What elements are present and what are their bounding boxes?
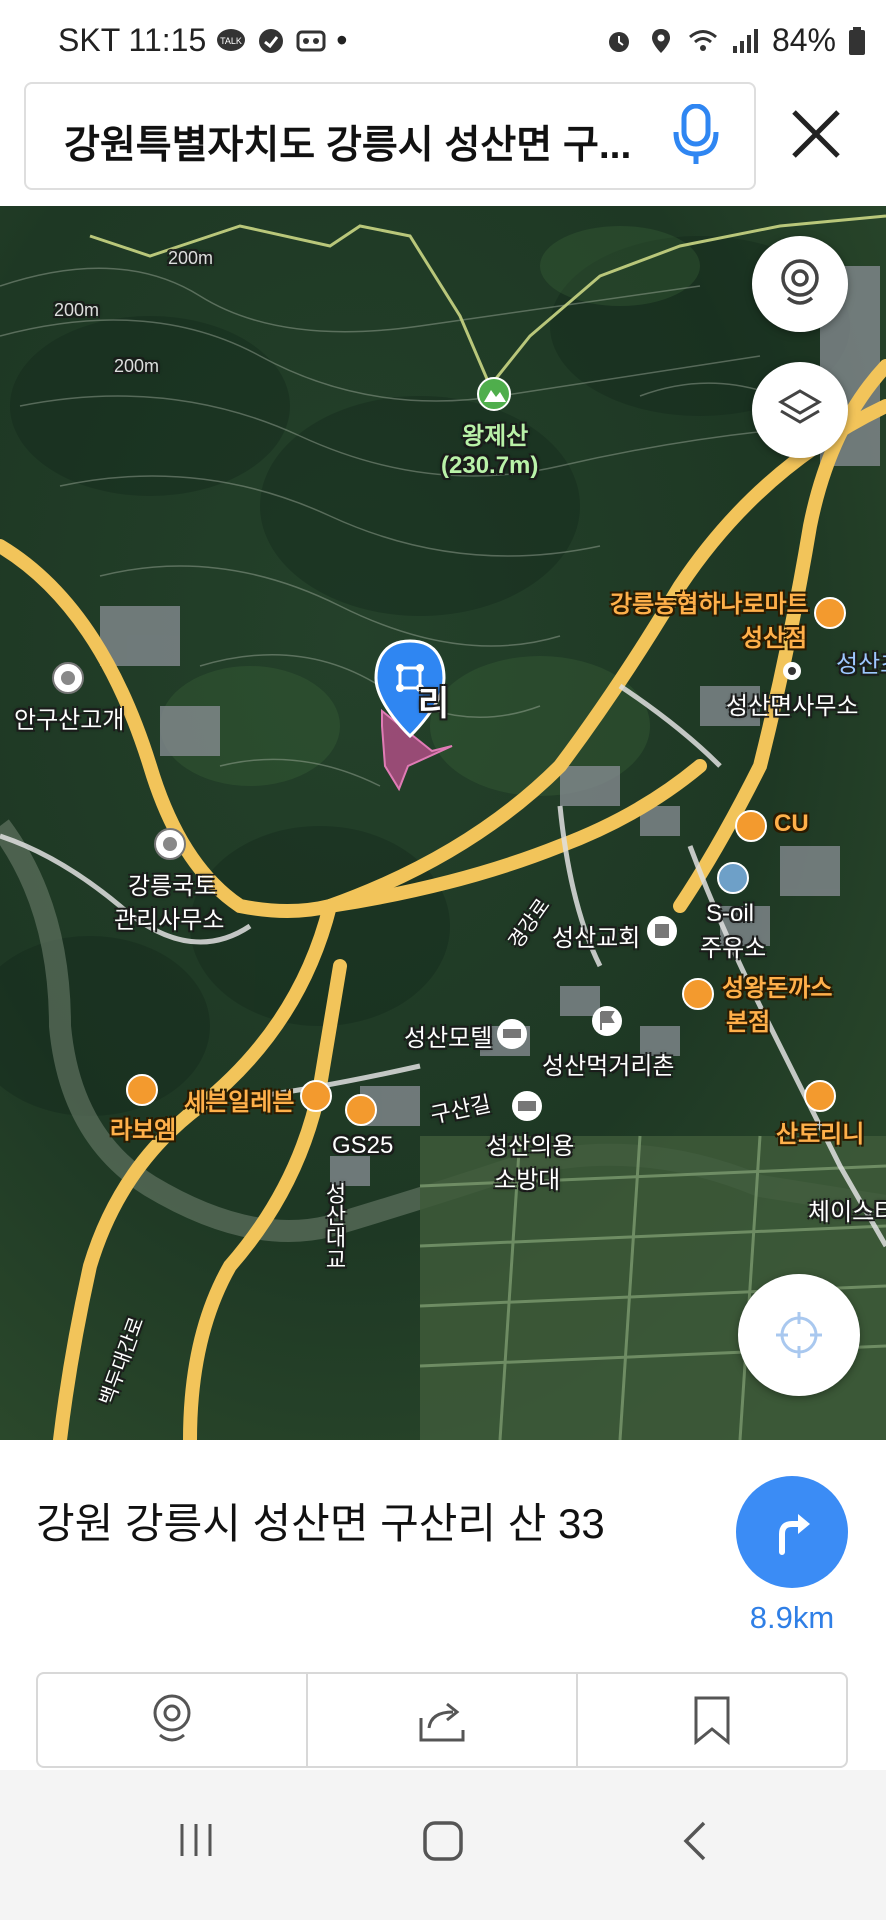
notification-dot: • [336,22,348,58]
action-bar [36,1672,848,1768]
restaurant-icon[interactable] [682,978,714,1010]
tunnel-pass-icon[interactable] [52,662,84,694]
carrier-time: SKT 11:15 [58,22,207,58]
motel-icon[interactable] [497,1019,527,1049]
crosshair-icon [776,1312,822,1358]
mountain-peak-icon [477,377,511,411]
alarm-icon [608,31,629,52]
mart-icon[interactable] [814,597,846,629]
distance-label: 8.9km [749,1600,835,1635]
seven-eleven-icon[interactable] [300,1080,332,1112]
management-office-icon[interactable] [154,828,186,860]
fire-station-icon[interactable] [512,1091,542,1121]
status-bar: SKT 11:15 TALK • 84% [0,0,886,80]
roadview-icon [153,1694,191,1742]
battery-icon [849,26,865,55]
roadview-button[interactable] [752,236,848,332]
close-icon[interactable] [790,108,842,160]
poi-label[interactable]: 성산초 [836,644,886,679]
svg-text:TALK: TALK [220,36,242,46]
rabo-restaurant-icon[interactable] [126,1074,158,1106]
office-icon[interactable] [783,662,801,680]
roadview-action-button[interactable] [38,1674,308,1766]
current-location-button[interactable] [738,1274,860,1396]
contour-label: 200m [168,248,214,268]
home-icon[interactable] [422,1820,464,1862]
roadview-icon [781,259,819,305]
poi-label[interactable]: 주유소 [700,928,766,963]
poi-label[interactable]: 성산의용 [486,1126,574,1161]
back-icon[interactable] [680,1820,710,1862]
poi-label[interactable]: 체이스타 [808,1192,886,1227]
layers-button[interactable] [752,362,848,458]
poi-label[interactable]: 본점 [726,1002,770,1037]
turn-right-arrow-icon [779,1514,810,1555]
place-address: 강원 강릉시 성산면 구산리 산 33 [36,1500,605,1547]
poi-label[interactable]: 산토리니 [776,1114,864,1149]
wifi-icon [688,29,717,51]
poi-label[interactable]: 세븐일레븐 [184,1082,294,1117]
system-navigation-bar [0,1770,886,1920]
peak-height: (230.7m) [441,452,539,479]
poi-label[interactable]: 성산면사무소 [726,686,858,721]
map-canvas[interactable] [0,206,886,1440]
poi-label[interactable]: S-oil [706,900,754,928]
talk-icon: TALK [217,28,246,51]
flag-icon[interactable] [592,1006,622,1036]
church-icon[interactable] [647,916,677,946]
poi-label[interactable]: 성산교회 [552,918,640,953]
layers-icon [778,389,822,424]
directions-button[interactable] [736,1476,848,1588]
poi-label[interactable]: CU [774,810,809,838]
poi-label[interactable]: 관리사무소 [114,900,224,935]
voicemail-icon [296,30,326,51]
microphone-icon[interactable] [672,104,720,166]
location-icon [651,28,670,53]
gs25-icon[interactable] [345,1094,377,1126]
share-button[interactable] [308,1674,578,1766]
bookmark-icon [694,1696,730,1745]
battery-percent: 84% [771,22,836,58]
contour-label: 200m [54,300,100,320]
poi-label[interactable]: 성왕돈까스 [722,968,832,1003]
poi-label[interactable]: 안구산고개 [14,700,124,735]
peak-name[interactable]: 왕제산 [462,416,528,451]
search-query[interactable]: 강원특별자치도 강릉시 성산면 구... [64,114,654,170]
poi-label[interactable]: 강릉국토 [128,866,216,901]
poi-label[interactable]: 강릉농협하나로마트 [610,584,809,619]
road-label: 성산대교 [322,1182,347,1270]
poi-label[interactable]: 소방대 [494,1160,560,1195]
poi-label[interactable]: 라보엠 [110,1110,176,1145]
cafe-icon[interactable] [804,1080,836,1112]
sync-icon [259,28,284,53]
convenience-store-icon[interactable] [735,810,767,842]
contour-label: 200m [114,356,160,376]
satellite-map[interactable]: 200m 200m 200m 왕제산 (230.7m) 강릉농협하나로마트 성산… [0,206,886,1440]
gas-station-icon[interactable] [717,862,749,894]
share-icon [419,1702,465,1742]
recent-apps-icon[interactable] [176,1820,216,1860]
poi-label[interactable]: 성산먹거리촌 [542,1046,674,1081]
poi-label[interactable]: 성산모텔 [404,1018,492,1053]
search-bar[interactable]: 강원특별자치도 강릉시 성산면 구... [24,82,756,190]
signal-icon [732,28,758,53]
bookmark-button[interactable] [578,1674,846,1766]
poi-label[interactable]: GS25 [332,1132,393,1160]
poi-label[interactable]: 성산점 [741,618,807,653]
pin-title: 리 [418,685,450,723]
place-sheet: 강원 강릉시 성산면 구산리 산 33 8.9km [0,1440,886,1770]
